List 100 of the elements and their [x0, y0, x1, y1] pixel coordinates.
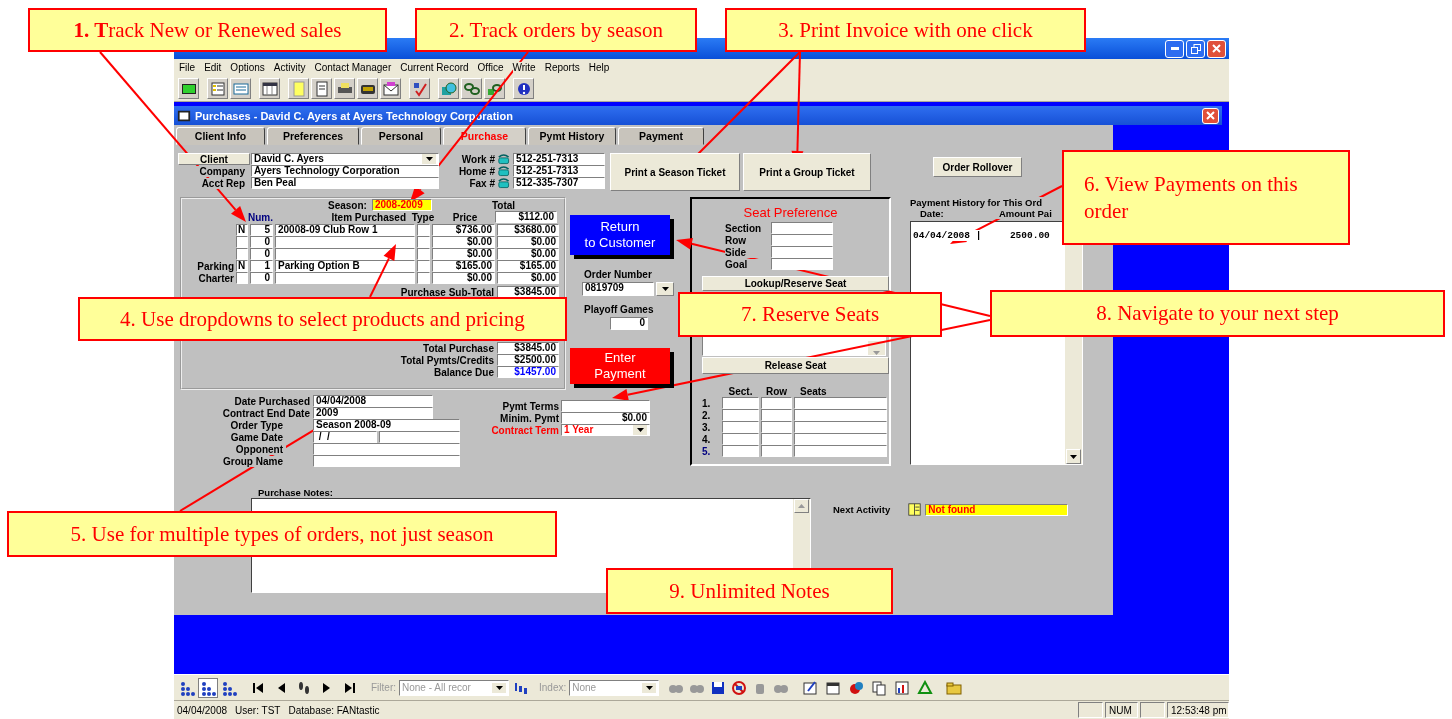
flag-field[interactable] — [236, 272, 248, 284]
print-button[interactable]: Print a Group Ticket — [743, 153, 871, 191]
price-field[interactable]: $736.00 — [432, 224, 495, 236]
total-field[interactable]: $2500.00 — [497, 354, 559, 366]
menu-item[interactable]: Write — [512, 62, 536, 73]
menu-item[interactable]: Reports — [544, 62, 580, 73]
rollover-button[interactable]: Order Rollover — [933, 157, 1022, 177]
amount-field[interactable]: $0.00 — [561, 412, 650, 424]
lookup-button[interactable]: Lookup/Reserve Seat — [702, 276, 889, 291]
text-field[interactable] — [771, 222, 833, 234]
total-field[interactable]: $3845.00 — [497, 342, 559, 354]
close-button[interactable] — [1202, 107, 1219, 124]
seats-field[interactable] — [794, 445, 887, 457]
tab[interactable]: Client Info — [176, 127, 265, 145]
number-field[interactable]: 0 — [250, 236, 273, 248]
next-activity-field[interactable]: Not found — [925, 503, 1069, 516]
scroll-down-button[interactable] — [1066, 449, 1081, 464]
section-field[interactable] — [722, 433, 759, 445]
type-field[interactable] — [417, 272, 430, 284]
row-field[interactable] — [761, 409, 792, 421]
total-field[interactable]: $0.00 — [497, 248, 559, 260]
flag-field[interactable]: N — [236, 260, 248, 272]
section-field[interactable] — [722, 421, 759, 433]
order-number-field[interactable]: 0819709 — [582, 282, 654, 296]
text-field[interactable]: 04/04/2008 — [313, 395, 433, 407]
flag-field[interactable]: N — [236, 224, 248, 236]
price-field[interactable]: $165.00 — [432, 260, 495, 272]
total-field[interactable]: $1457.00 — [497, 366, 559, 378]
total-field[interactable]: $3845.00 — [497, 286, 559, 298]
menu-item[interactable]: Edit — [204, 62, 222, 73]
client-button[interactable]: Client — [178, 153, 250, 165]
tab[interactable]: Personal — [361, 127, 441, 145]
section-field[interactable] — [722, 397, 759, 409]
item-field[interactable]: Parking Option B — [275, 260, 415, 272]
total-field[interactable]: $3680.00 — [497, 224, 559, 236]
phone-field[interactable]: 512-251-7313 — [513, 165, 605, 177]
section-field[interactable] — [722, 445, 759, 457]
item-field[interactable] — [275, 236, 415, 248]
terms-field[interactable] — [561, 400, 650, 412]
text-field[interactable]: Ben Peal — [251, 177, 439, 189]
phone-field[interactable]: 512-251-7313 — [513, 153, 605, 165]
number-field[interactable]: 0 — [250, 248, 273, 260]
tab[interactable]: Payment — [618, 127, 704, 145]
release-button[interactable]: Release Seat — [702, 357, 889, 374]
type-field[interactable] — [417, 224, 430, 236]
item-field[interactable]: 20008-09 Club Row 1 — [275, 224, 415, 236]
seats-field[interactable] — [794, 409, 887, 421]
menu-item[interactable]: Help — [588, 62, 610, 73]
total-field[interactable]: $112.00 — [495, 211, 557, 223]
print-button[interactable]: Print a Season Ticket — [610, 153, 740, 191]
text-field[interactable] — [313, 455, 460, 467]
scroll-up-button[interactable] — [794, 499, 809, 513]
time-field[interactable] — [379, 431, 460, 443]
type-field[interactable] — [417, 260, 430, 272]
season-field[interactable]: 2008-2009 — [371, 199, 432, 211]
price-field[interactable]: $0.00 — [432, 248, 495, 260]
contract-term-dropdown[interactable]: 1 Year — [561, 424, 650, 436]
row-field[interactable] — [761, 397, 792, 409]
dropdown-button[interactable] — [656, 282, 674, 296]
seats-field[interactable] — [794, 433, 887, 445]
menu-item[interactable]: Office — [477, 62, 504, 73]
menu-item[interactable]: File — [179, 62, 196, 73]
menu-item[interactable]: Current Record — [400, 62, 469, 73]
type-field[interactable] — [417, 236, 430, 248]
number-field[interactable]: 5 — [250, 224, 273, 236]
flag-field[interactable] — [236, 248, 248, 260]
text-field[interactable]: Ayers Technology Corporation — [251, 165, 439, 177]
date-field[interactable]: / / — [313, 431, 377, 443]
text-field[interactable]: Season 2008-09 — [313, 419, 460, 431]
close-button[interactable] — [1207, 39, 1226, 58]
total-field[interactable]: $165.00 — [497, 260, 559, 272]
menu-item[interactable]: Contact Manager — [314, 62, 392, 73]
client-dropdown[interactable]: David C. Ayers — [251, 153, 439, 165]
payment-entry[interactable]: 04/04/2008 | 2500.00 — [913, 230, 1050, 241]
section-field[interactable] — [722, 409, 759, 421]
row-field[interactable] — [761, 433, 792, 445]
minimize-button[interactable] — [1165, 39, 1184, 58]
tab[interactable]: Preferences — [267, 127, 359, 145]
text-field[interactable] — [771, 258, 833, 270]
number-field[interactable]: 0 — [250, 272, 273, 284]
text-field[interactable]: 2009 — [313, 407, 433, 419]
number-field[interactable]: 1 — [250, 260, 273, 272]
tab[interactable]: Pymt History — [528, 127, 616, 145]
row-field[interactable] — [761, 421, 792, 433]
item-field[interactable] — [275, 272, 415, 284]
item-field[interactable] — [275, 248, 415, 260]
type-field[interactable] — [417, 248, 430, 260]
restore-button[interactable] — [1186, 39, 1205, 58]
row-field[interactable] — [761, 445, 792, 457]
playoff-field[interactable]: 0 — [610, 317, 648, 330]
seats-field[interactable] — [794, 397, 887, 409]
seats-field[interactable] — [794, 421, 887, 433]
text-field[interactable] — [771, 234, 833, 246]
total-field[interactable]: $0.00 — [497, 236, 559, 248]
menu-item[interactable]: Activity — [273, 62, 306, 73]
phone-field[interactable]: 512-335-7307 — [513, 177, 605, 189]
text-field[interactable] — [313, 443, 460, 455]
toolbar-button[interactable] — [198, 677, 218, 698]
price-field[interactable]: $0.00 — [432, 236, 495, 248]
price-field[interactable]: $0.00 — [432, 272, 495, 284]
